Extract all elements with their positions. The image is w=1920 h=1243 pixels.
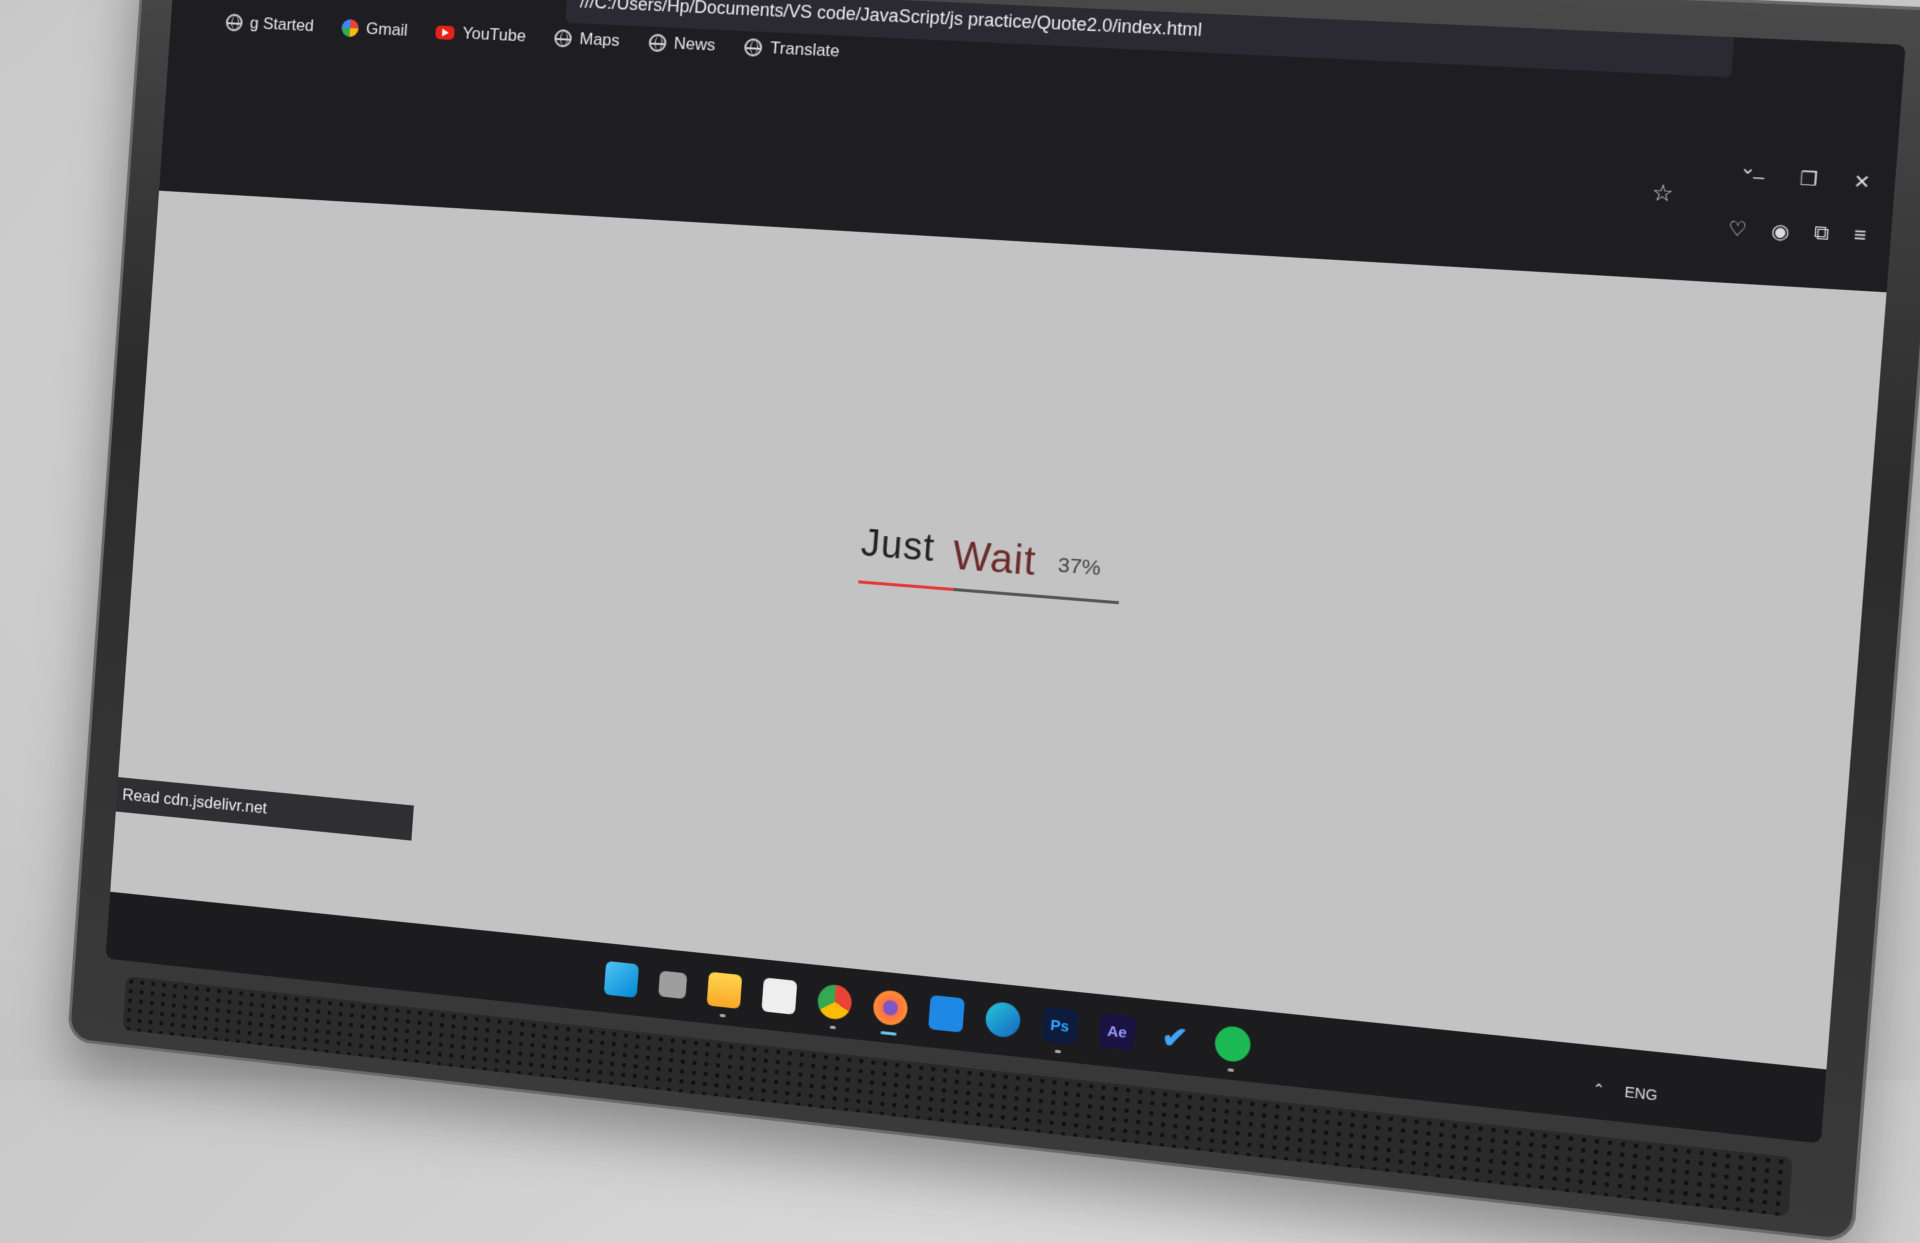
globe-icon	[744, 38, 764, 57]
loading-indicator: Just Wait 37%	[858, 522, 1126, 613]
file-explorer-icon[interactable]	[706, 971, 743, 1009]
bookmark-label: News	[673, 33, 717, 55]
loader-word-just: Just	[859, 522, 937, 571]
photoshop-label: Ps	[1049, 1016, 1070, 1036]
status-text: Read cdn.jsdelivr.net	[121, 785, 268, 818]
close-icon[interactable]: ✕	[1853, 171, 1872, 194]
monitor: ///C:/Users/Hp/Documents/VS code/JavaScr…	[67, 0, 1920, 1243]
window-controls: – ❐ ✕	[1752, 166, 1871, 194]
firefox-icon	[225, 13, 244, 32]
bookmark-label: Gmail	[365, 19, 409, 40]
windows-start-icon[interactable]	[603, 960, 640, 998]
bookmark-getting-started[interactable]: g Started	[225, 13, 314, 37]
screen: ///C:/Users/Hp/Documents/VS code/JavaScr…	[105, 0, 1906, 1144]
menu-icon[interactable]: ≡	[1853, 224, 1867, 249]
progress-track	[858, 580, 1120, 605]
photoshop-icon[interactable]: Ps	[1041, 1006, 1079, 1045]
todo-icon[interactable]: ✔	[1156, 1019, 1194, 1057]
loader-percent: 37%	[1057, 553, 1102, 581]
status-bar: Read cdn.jsdelivr.net	[115, 777, 414, 841]
language-indicator[interactable]: ENG	[1624, 1083, 1658, 1104]
bookmark-label: Translate	[769, 38, 841, 61]
bookmark-gmail[interactable]: Gmail	[341, 18, 408, 41]
after-effects-label: Ae	[1106, 1022, 1128, 1042]
after-effects-icon[interactable]: Ae	[1098, 1012, 1136, 1051]
loader-word-wait: Wait	[951, 533, 1038, 585]
firefox-icon[interactable]	[872, 989, 909, 1027]
bookmark-label: Maps	[578, 29, 621, 50]
edge-icon[interactable]	[984, 1000, 1022, 1039]
bookmark-label: g Started	[249, 13, 315, 36]
extensions-icon[interactable]: ⧉	[1813, 222, 1830, 247]
chevron-up-icon[interactable]: ⌃	[1591, 1080, 1606, 1099]
bookmark-maps[interactable]: Maps	[554, 28, 620, 51]
chrome-icon[interactable]	[816, 983, 853, 1021]
spotify-icon[interactable]	[1213, 1024, 1252, 1064]
google-icon	[341, 18, 360, 38]
task-view-icon[interactable]	[658, 970, 688, 1000]
restore-icon[interactable]: ❐	[1799, 168, 1819, 191]
pocket-icon[interactable]: ♡	[1727, 217, 1748, 242]
bookmark-translate[interactable]: Translate	[744, 37, 840, 62]
account-icon[interactable]: ◉	[1770, 220, 1790, 245]
globe-icon	[648, 33, 667, 53]
globe-icon	[554, 29, 573, 48]
system-tray: ⌃ ENG	[1591, 1080, 1659, 1105]
microsoft-store-icon[interactable]	[761, 977, 798, 1015]
vscode-icon[interactable]	[928, 994, 965, 1033]
minimize-icon[interactable]: –	[1752, 166, 1765, 189]
browser-chrome: ///C:/Users/Hp/Documents/VS code/JavaScr…	[159, 0, 1906, 293]
progress-fill	[858, 580, 954, 592]
bookmark-star-icon[interactable]: ☆	[1651, 179, 1675, 208]
toolbar: ♡ ◉ ⧉ ≡	[1727, 217, 1867, 249]
bookmark-news[interactable]: News	[648, 33, 716, 56]
bookmark-label: YouTube	[461, 23, 527, 46]
bookmark-youtube[interactable]: YouTube	[435, 22, 527, 46]
youtube-icon	[435, 25, 456, 41]
